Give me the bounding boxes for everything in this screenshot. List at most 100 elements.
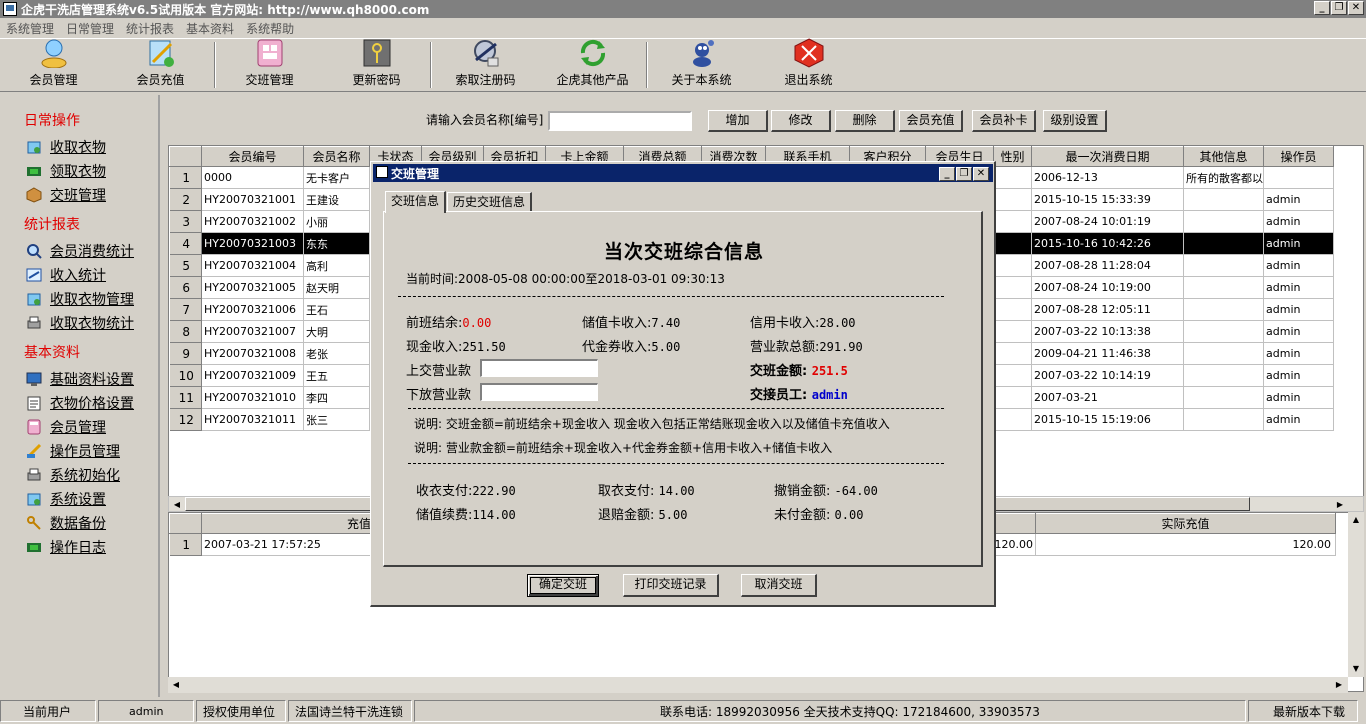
recharge-button[interactable]: 会员充值 bbox=[899, 110, 963, 132]
delete-button[interactable]: 删除 bbox=[835, 110, 895, 132]
sidebar-item-operator-manage[interactable]: 操作员管理 bbox=[26, 439, 158, 463]
toolbar-exit-button[interactable]: 退出系统 bbox=[755, 38, 862, 91]
col-header[interactable]: 最一次消费日期 bbox=[1031, 146, 1184, 167]
menu-daily[interactable]: 日常管理 bbox=[66, 20, 114, 37]
menu-help[interactable]: 系统帮助 bbox=[246, 20, 294, 37]
key-icon bbox=[26, 515, 42, 531]
window-title: 企虎干洗店管理系统v6.5试用版本 官方网站: http://www.qh800… bbox=[21, 2, 430, 17]
scroll-right-icon[interactable]: ▶ bbox=[1332, 678, 1346, 691]
reissue-card-button[interactable]: 会员补卡 bbox=[972, 110, 1036, 132]
prev-balance: 前班结余:0.00 bbox=[406, 316, 492, 331]
cash-income: 现金收入:251.50 bbox=[406, 340, 506, 355]
sidebar-item-pickup[interactable]: 领取衣物 bbox=[26, 159, 158, 183]
confirm-shift-button[interactable]: 确定交班 bbox=[527, 574, 599, 597]
toolbar-password-button[interactable]: 更新密码 bbox=[323, 39, 430, 91]
current-time: 当前时间:2008-05-08 00:00:00至2018-03-01 09:3… bbox=[406, 272, 725, 286]
shirt-icon bbox=[26, 291, 42, 307]
toolbar-shift-button[interactable]: 交班管理 bbox=[216, 39, 323, 91]
shirt-icon bbox=[26, 139, 42, 155]
latest-version-link[interactable]: 最新版本下载 bbox=[1248, 700, 1358, 722]
register-icon bbox=[470, 38, 502, 68]
scroll-right-icon[interactable]: ▶ bbox=[1333, 498, 1347, 511]
recharge-vertical-scrollbar[interactable]: ▲ ▼ bbox=[1348, 512, 1364, 677]
sidebar-item-collect-stats[interactable]: 收取衣物统计 bbox=[26, 311, 158, 335]
sidebar-item-income-stats[interactable]: 收入统计 bbox=[26, 263, 158, 287]
tab-shift-info[interactable]: 交班信息 bbox=[385, 191, 447, 213]
sidebar-item-member-stats[interactable]: 会员消费统计 bbox=[26, 239, 158, 263]
title-bar: 企虎干洗店管理系统v6.5试用版本 官方网站: http://www.qh800… bbox=[0, 0, 1366, 18]
release-label: 下放营业款 bbox=[406, 388, 472, 403]
sidebar-item-system-init[interactable]: 系统初始化 bbox=[26, 463, 158, 487]
search-label: 请输入会员名称[编号] bbox=[426, 113, 544, 127]
menu-system[interactable]: 系统管理 bbox=[6, 20, 54, 37]
toolbar-register-button[interactable]: 索取注册码 bbox=[432, 39, 539, 91]
dialog-minimize-button[interactable]: _ bbox=[939, 167, 955, 181]
box-icon bbox=[26, 187, 42, 203]
toolbar-products-button[interactable]: 企虎其他产品 bbox=[539, 39, 646, 91]
current-user-label: 当前用户 bbox=[0, 700, 96, 722]
licensed-label: 授权使用单位 bbox=[196, 700, 286, 722]
cancel-shift-button[interactable]: 取消交班 bbox=[741, 574, 817, 597]
recharge-horizontal-scrollbar[interactable]: ◀ ▶ bbox=[168, 677, 1348, 693]
tab-shift-history[interactable]: 历史交班信息 bbox=[447, 192, 533, 212]
col-header[interactable]: 会员名称 bbox=[303, 146, 370, 167]
dialog-app-icon bbox=[376, 166, 388, 178]
col-header[interactable]: 会员编号 bbox=[201, 146, 304, 167]
printer-icon bbox=[26, 467, 42, 483]
sidebar-item-collect[interactable]: 收取衣物 bbox=[26, 135, 158, 159]
menu-reports[interactable]: 统计报表 bbox=[126, 20, 174, 37]
sidebar-item-operation-log[interactable]: 操作日志 bbox=[26, 535, 158, 559]
member-icon bbox=[38, 38, 70, 68]
magnifier-icon bbox=[26, 243, 42, 259]
toolbar-about-button[interactable]: 关于本系统 bbox=[648, 39, 755, 91]
sidebar-item-member-manage[interactable]: 会员管理 bbox=[26, 415, 158, 439]
toolbar: 会员管理 会员充值 交班管理 更新密码 索取注册码 企虎其他产品 关于本系统 退… bbox=[0, 38, 1366, 92]
menu-bar: 系统管理 日常管理 统计报表 基本资料 系统帮助 bbox=[0, 19, 1366, 37]
toolbar-recharge-button[interactable]: 会员充值 bbox=[107, 39, 214, 91]
toolbar-member-button[interactable]: 会员管理 bbox=[0, 39, 107, 91]
note-shift-formula: 说明: 交班金额=前班结余+现金收入 现金收入包括正常结账现金收入以及储值卡充值… bbox=[414, 417, 890, 431]
note-business-formula: 说明: 营业款金额=前班结余+现金收入+代金券金额+信用卡收入+储值卡收入 bbox=[414, 441, 833, 455]
scroll-up-icon[interactable]: ▲ bbox=[1349, 513, 1363, 526]
dialog-maximize-button[interactable]: ❐ bbox=[956, 167, 972, 181]
close-button[interactable]: ✕ bbox=[1348, 1, 1364, 15]
unpaid-amount: 未付金额: 0.00 bbox=[774, 508, 864, 523]
sidebar-item-shift[interactable]: 交班管理 bbox=[26, 183, 158, 207]
minimize-button[interactable]: _ bbox=[1314, 1, 1330, 15]
dialog-close-button[interactable]: ✕ bbox=[973, 167, 989, 181]
printer-icon bbox=[26, 315, 42, 331]
contact-info: 联系电话: 18992030956 全天技术支持QQ: 172184600, 3… bbox=[414, 700, 1246, 722]
pencil-icon bbox=[26, 443, 42, 459]
sidebar-item-backup[interactable]: 数据备份 bbox=[26, 511, 158, 535]
col-header[interactable]: 实际充值 bbox=[1035, 513, 1336, 534]
sidebar-item-collect-manage[interactable]: 收取衣物管理 bbox=[26, 287, 158, 311]
scroll-down-icon[interactable]: ▼ bbox=[1349, 662, 1363, 675]
sidebar-item-basic-settings[interactable]: 基础资料设置 bbox=[26, 367, 158, 391]
credit-card-income: 信用卡收入:28.00 bbox=[750, 316, 856, 331]
scroll-left-icon[interactable]: ◀ bbox=[169, 678, 183, 691]
voucher-income: 代金券收入:5.00 bbox=[582, 340, 681, 355]
release-input[interactable] bbox=[480, 383, 598, 401]
cancel-amount: 撤销金额: -64.00 bbox=[774, 484, 878, 499]
handover-input[interactable] bbox=[480, 359, 598, 377]
level-settings-button[interactable]: 级别设置 bbox=[1043, 110, 1107, 132]
col-header[interactable]: 其他信息 bbox=[1183, 146, 1264, 167]
shift-amount: 交班金额: 251.5 bbox=[750, 364, 848, 379]
sidebar-item-system-settings[interactable]: 系统设置 bbox=[26, 487, 158, 511]
scroll-left-icon[interactable]: ◀ bbox=[170, 498, 184, 511]
refresh-icon bbox=[577, 38, 609, 68]
member-search-input[interactable] bbox=[548, 111, 692, 131]
menu-basic[interactable]: 基本资料 bbox=[186, 20, 234, 37]
shift-info-panel: 当次交班综合信息 当前时间:2008-05-08 00:00:00至2018-0… bbox=[383, 211, 983, 567]
sidebar-item-price-settings[interactable]: 衣物价格设置 bbox=[26, 391, 158, 415]
business-total: 营业款总额:291.90 bbox=[750, 340, 863, 355]
maximize-button[interactable]: ❐ bbox=[1331, 1, 1347, 15]
col-header[interactable]: 操作员 bbox=[1263, 146, 1334, 167]
edit-button[interactable]: 修改 bbox=[771, 110, 831, 132]
dialog-title: 交班管理 bbox=[391, 166, 440, 181]
pickup-payment: 取衣支付: 14.00 bbox=[598, 484, 695, 499]
col-header[interactable]: 性别 bbox=[993, 146, 1032, 167]
print-shift-button[interactable]: 打印交班记录 bbox=[623, 574, 719, 597]
stored-card-income: 储值卡收入:7.40 bbox=[582, 316, 681, 331]
add-button[interactable]: 增加 bbox=[708, 110, 768, 132]
